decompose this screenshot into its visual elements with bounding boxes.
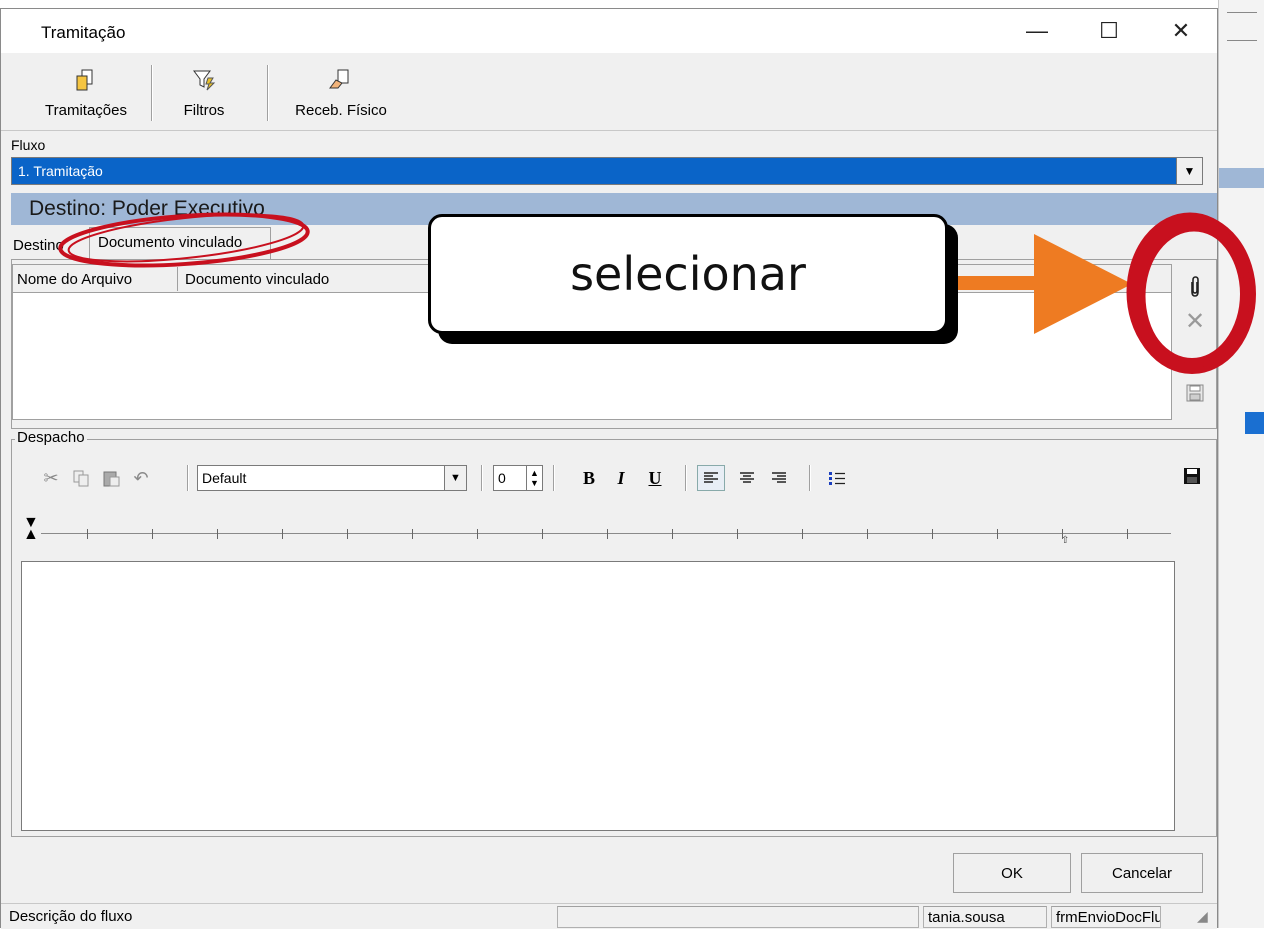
ruler-tick — [282, 529, 283, 539]
ruler-tick — [932, 529, 933, 539]
status-user: tania.sousa — [923, 906, 1047, 928]
title-bar: Tramitação — ☐ ✕ — [1, 9, 1217, 53]
cancel-button[interactable]: Cancelar — [1081, 853, 1203, 893]
despacho-editor[interactable] — [21, 561, 1175, 831]
toolbar-separator — [151, 65, 153, 121]
status-form-name: frmEnvioDocFlu — [1051, 906, 1161, 928]
callout-box: selecionar — [428, 214, 948, 334]
ruler-tick — [87, 529, 88, 539]
dropdown-arrow-icon[interactable]: ▼ — [1176, 158, 1202, 184]
ruler-tick — [607, 529, 608, 539]
ruler[interactable]: ▼ ▲ ⇧ — [21, 515, 1177, 555]
align-right-icon[interactable] — [765, 465, 793, 491]
cut-icon[interactable]: ✂ — [39, 465, 63, 491]
save-despacho-button[interactable] — [1183, 467, 1203, 487]
tab-destino[interactable]: Destino — [13, 231, 93, 259]
receb-fisico-button[interactable]: Receb. Físico — [281, 61, 401, 123]
bullet-list-icon[interactable] — [823, 465, 851, 491]
callout-text: selecionar — [570, 247, 806, 301]
background-window-strip — [1218, 0, 1264, 928]
font-value: Default — [202, 470, 247, 486]
ruler-tick — [477, 529, 478, 539]
tramitacoes-label: Tramitações — [45, 102, 127, 119]
toolbar-separator — [809, 465, 811, 491]
main-toolbar: Tramitações Filtros Receb. Físico — [1, 53, 1217, 131]
hand-document-icon — [328, 68, 354, 96]
status-bar: Descrição do fluxo tania.sousa frmEnvioD… — [1, 903, 1217, 929]
ruler-line — [41, 533, 1171, 534]
spin-arrows-icon[interactable]: ▲ ▼ — [526, 466, 542, 490]
toolbar-separator — [187, 465, 189, 491]
bg-selection-bar — [1245, 412, 1264, 434]
ruler-tick — [867, 529, 868, 539]
toolbar-separator — [267, 65, 269, 121]
font-select[interactable]: Default ▼ — [197, 465, 467, 491]
underline-button[interactable]: U — [643, 465, 667, 491]
ruler-tick — [672, 529, 673, 539]
paperclip-icon — [1191, 276, 1199, 297]
font-size-value: 0 — [498, 470, 506, 486]
undo-icon[interactable]: ↶ — [129, 465, 153, 491]
fluxo-label: Fluxo — [11, 137, 46, 153]
ruler-tick — [217, 529, 218, 539]
ruler-tick — [542, 529, 543, 539]
ok-button[interactable]: OK — [953, 853, 1071, 893]
floppy-disk-icon — [1186, 384, 1204, 402]
tramitacoes-button[interactable]: Tramitações — [31, 61, 141, 123]
column-separator[interactable] — [177, 267, 178, 291]
copy-icon[interactable] — [69, 465, 93, 491]
attach-file-button[interactable] — [1180, 272, 1210, 302]
filtros-button[interactable]: Filtros — [169, 61, 239, 123]
filtros-label: Filtros — [183, 102, 225, 119]
status-panel-empty — [557, 906, 919, 928]
resize-grip-icon[interactable]: ◢ — [1197, 908, 1215, 926]
ruler-tick — [1062, 529, 1063, 539]
filter-icon — [191, 68, 217, 96]
minimize-button[interactable]: — — [1001, 9, 1073, 53]
status-description: Descrição do fluxo — [9, 908, 133, 925]
ruler-tick — [152, 529, 153, 539]
close-button[interactable]: ✕ — [1145, 9, 1217, 53]
receb-fisico-label: Receb. Físico — [295, 102, 387, 119]
bg-line — [1227, 12, 1257, 13]
bold-button[interactable]: B — [577, 465, 601, 491]
remove-attachment-button[interactable]: ✕ — [1180, 306, 1210, 336]
align-left-icon[interactable] — [697, 465, 725, 491]
paste-icon[interactable] — [99, 465, 123, 491]
ruler-tick — [737, 529, 738, 539]
floppy-disk-icon — [1184, 468, 1200, 484]
dropdown-arrow-icon[interactable]: ▼ — [444, 466, 466, 490]
ruler-tick — [1127, 529, 1128, 539]
fluxo-selected-value: 1. Tramitação — [18, 163, 103, 179]
italic-button[interactable]: I — [609, 465, 633, 491]
toolbar-separator — [481, 465, 483, 491]
editor-toolbar: ✂ ↶ Default ▼ 0 ▲ ▼ B I U — [21, 461, 1171, 495]
x-icon: ✕ — [1184, 307, 1206, 335]
toolbar-separator — [553, 465, 555, 491]
fluxo-select[interactable]: 1. Tramitação ▼ — [11, 157, 1203, 185]
tab-documento-vinculado[interactable]: Documento vinculado — [89, 227, 271, 259]
ruler-tick — [347, 529, 348, 539]
ruler-tick — [802, 529, 803, 539]
indent-arrows-icon[interactable]: ▼ ▲ — [23, 515, 39, 543]
tramitacao-window: Tramitação — ☐ ✕ Tramitações Filtros Rec… — [0, 8, 1218, 929]
save-attachment-button[interactable] — [1180, 378, 1210, 408]
despacho-label: Despacho — [15, 429, 87, 446]
maximize-button[interactable]: ☐ — [1073, 9, 1145, 53]
align-center-icon[interactable] — [733, 465, 761, 491]
font-size-spinner[interactable]: 0 ▲ ▼ — [493, 465, 543, 491]
window-title: Tramitação — [41, 23, 126, 42]
column-header-documento-vinculado[interactable]: Documento vinculado — [185, 271, 329, 288]
documents-icon — [73, 68, 99, 96]
ruler-tick — [412, 529, 413, 539]
bg-blue-bar — [1219, 168, 1264, 188]
bg-line — [1227, 40, 1257, 41]
toolbar-separator — [685, 465, 687, 491]
column-header-nome-arquivo[interactable]: Nome do Arquivo — [17, 271, 132, 288]
destino-header-text: Destino: Poder Executivo — [29, 197, 265, 220]
ruler-tick — [997, 529, 998, 539]
